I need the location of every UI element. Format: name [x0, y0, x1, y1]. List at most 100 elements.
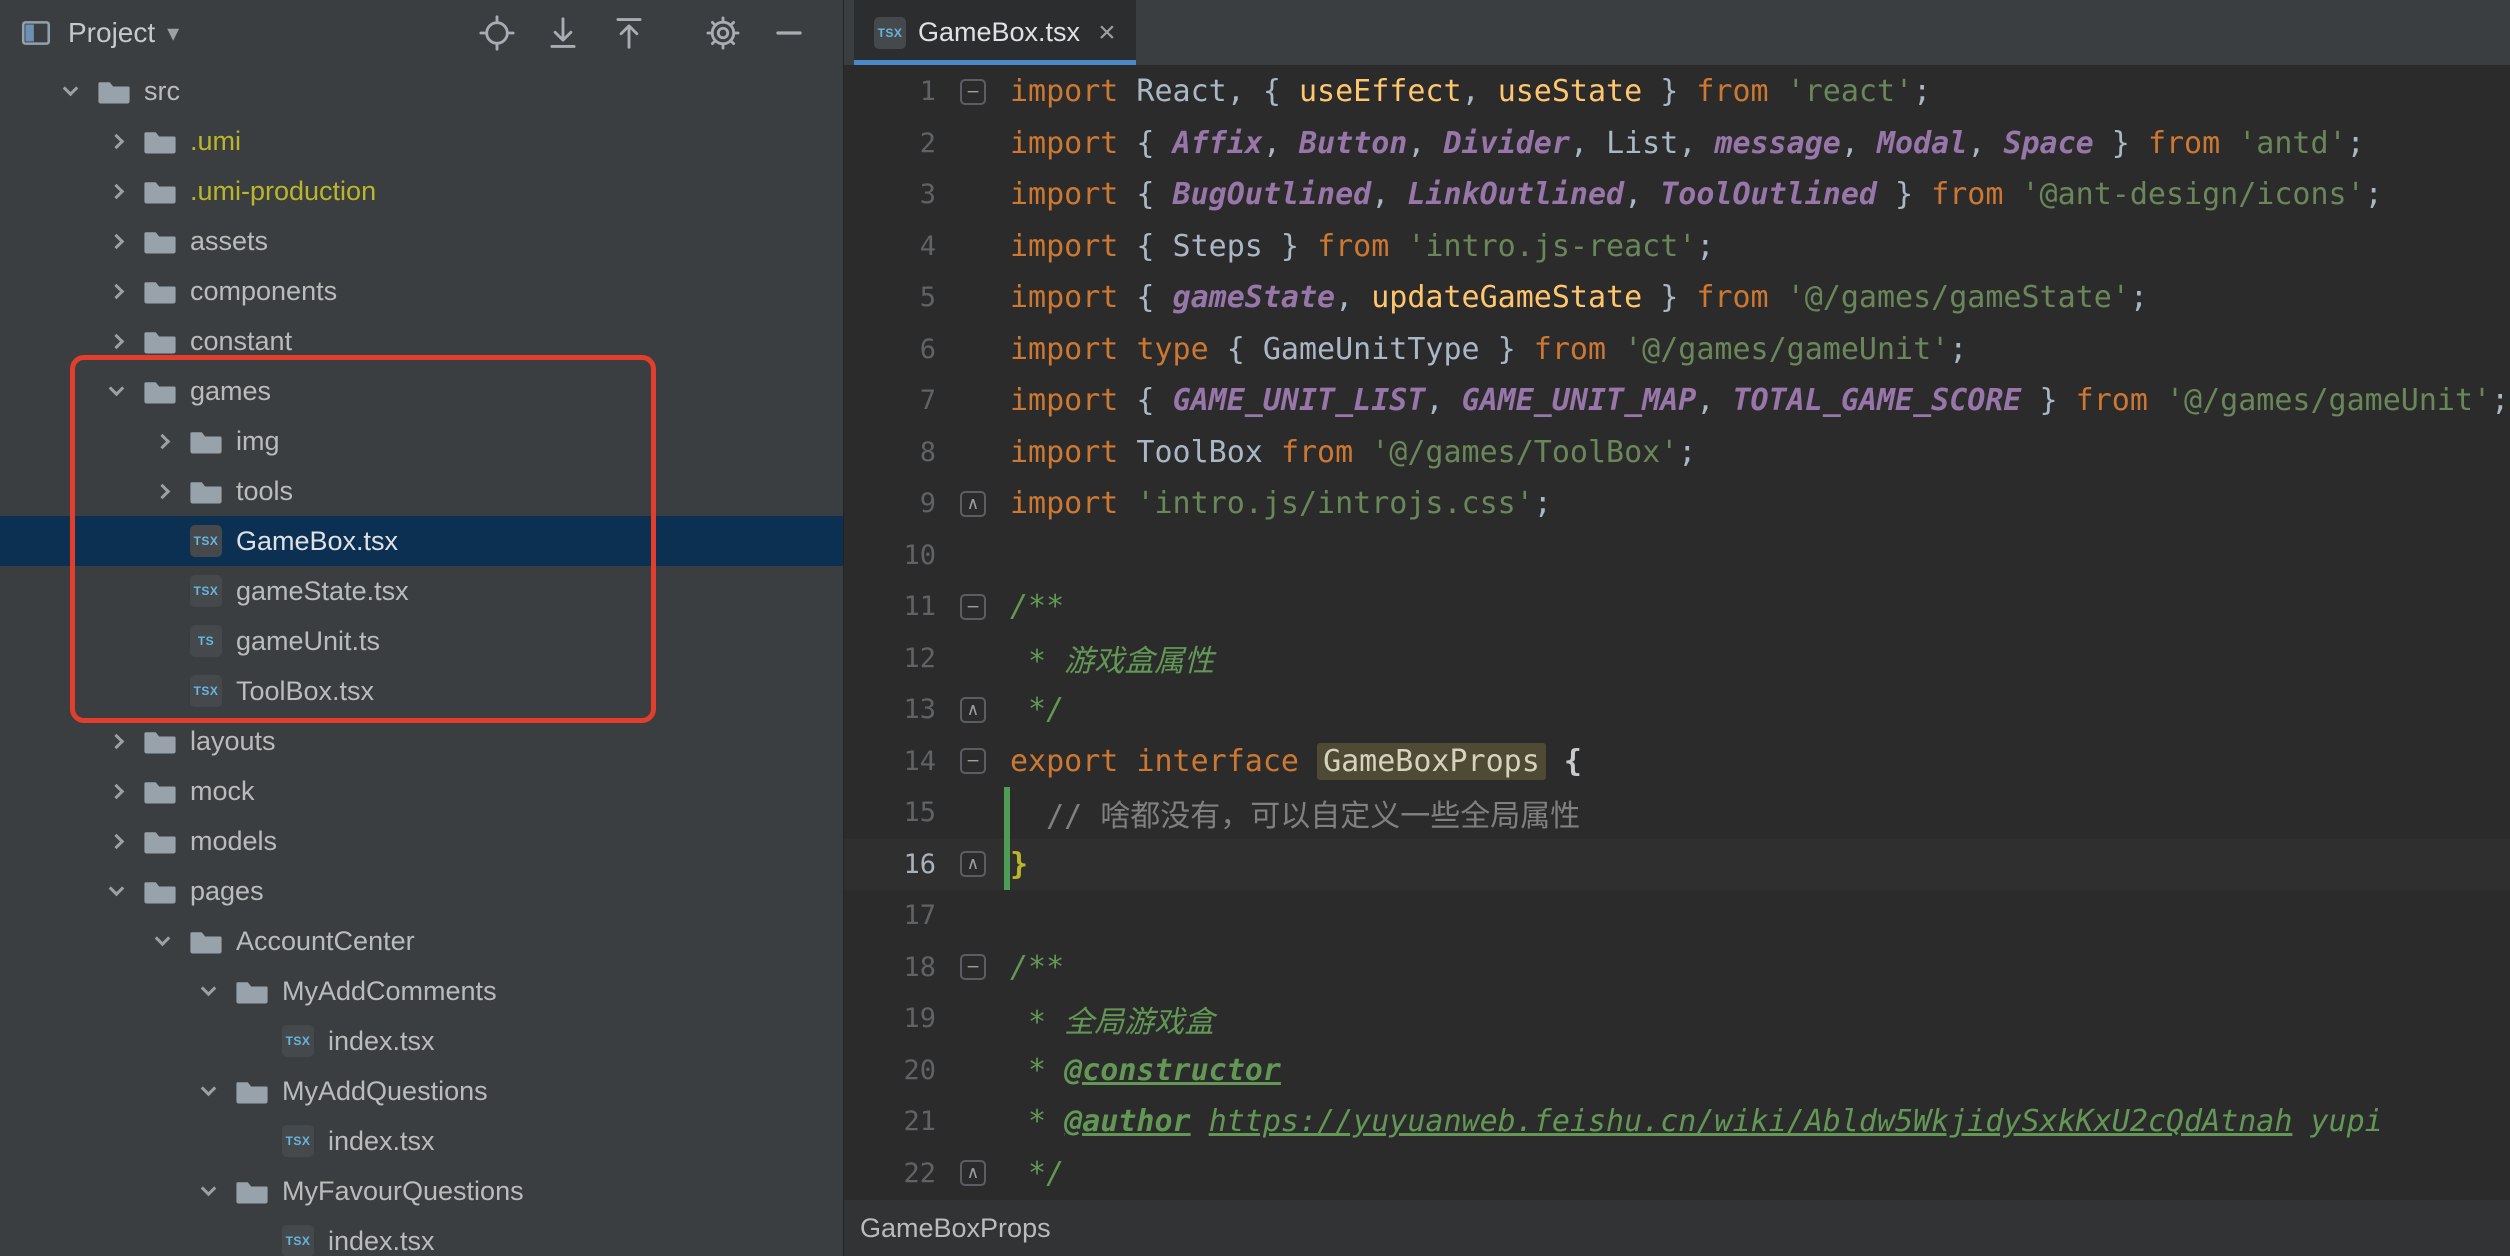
code-line[interactable]: 6 import type { GameUnitType } from '@/ga…	[844, 324, 2510, 376]
tree-folder-myaddcomments[interactable]: MyAddComments	[0, 966, 843, 1016]
chevron-down-icon[interactable]	[190, 1073, 226, 1109]
line-number: 6	[919, 333, 936, 365]
code-line[interactable]: 22 ∧ */	[844, 1148, 2510, 1200]
tree-folder-img[interactable]: img	[0, 416, 843, 466]
tree-file-toolbox-tsx[interactable]: TSX ToolBox.tsx	[0, 666, 843, 716]
chevron-down-icon[interactable]	[52, 73, 88, 109]
code-line[interactable]: 10	[844, 530, 2510, 582]
fold-start-icon[interactable]: −	[960, 593, 986, 620]
tree-folder-myaddquestions[interactable]: MyAddQuestions	[0, 1066, 843, 1116]
tree-folder-mock[interactable]: mock	[0, 766, 843, 816]
close-icon[interactable]: ×	[1098, 17, 1116, 48]
chevron-right-icon[interactable]	[98, 323, 134, 359]
fold-column: ∧	[936, 1160, 1010, 1187]
tree-folder-components[interactable]: components	[0, 266, 843, 316]
tree-folder-models[interactable]: models	[0, 816, 843, 866]
code-line[interactable]: 15 // 啥都没有，可以自定义一些全局属性	[844, 787, 2510, 839]
code-editor[interactable]: 1− import React, { useEffect, useState } …	[844, 66, 2510, 1199]
chevron-right-icon[interactable]	[98, 123, 134, 159]
line-number: 16	[903, 848, 936, 880]
chevron-right-icon[interactable]	[98, 723, 134, 759]
code-line[interactable]: 1− import React, { useEffect, useState } …	[844, 66, 2510, 118]
chevron-right-icon[interactable]	[98, 823, 134, 859]
tree-folder--umi-production[interactable]: .umi-production	[0, 166, 843, 216]
chevron-right-icon[interactable]	[144, 423, 180, 459]
fold-end-icon[interactable]: ∧	[960, 851, 986, 878]
code-line-text: /**	[1010, 949, 1065, 985]
breadcrumb-item[interactable]: GameBoxProps	[860, 1213, 1051, 1244]
tree-item-label: ToolBox.tsx	[236, 675, 375, 706]
tree-folder-tools[interactable]: tools	[0, 466, 843, 516]
tree-item-label: models	[190, 825, 278, 856]
tab-gamebox-tsx[interactable]: TSX GameBox.tsx ×	[854, 0, 1136, 65]
fold-start-icon[interactable]: −	[960, 954, 986, 981]
code-line[interactable]: 8 import ToolBox from '@/games/ToolBox';	[844, 427, 2510, 479]
tree-folder-games[interactable]: games	[0, 366, 843, 416]
code-line[interactable]: 21 * @author https://yuyuanweb.feishu.cn…	[844, 1096, 2510, 1148]
line-number: 8	[919, 436, 936, 468]
code-line-text: import { Steps } from 'intro.js-react';	[1010, 228, 1715, 264]
code-line[interactable]: 13 ∧ */	[844, 684, 2510, 736]
code-line[interactable]: 5 import { gameState, updateGameState } f…	[844, 272, 2510, 324]
folder-icon	[234, 1173, 270, 1209]
code-line[interactable]: 14− export interface GameBoxProps {	[844, 736, 2510, 788]
fold-end-icon[interactable]: ∧	[960, 696, 986, 723]
project-view-selector[interactable]: Project ▾	[16, 13, 179, 53]
expand-all-icon[interactable]	[543, 13, 583, 53]
tree-file-index-tsx[interactable]: TSX index.tsx	[0, 1116, 843, 1166]
tree-folder-layouts[interactable]: layouts	[0, 716, 843, 766]
code-line[interactable]: 7 import { GAME_UNIT_LIST, GAME_UNIT_MAP,…	[844, 375, 2510, 427]
fold-end-icon[interactable]: ∧	[960, 490, 986, 517]
chevron-down-icon[interactable]	[190, 973, 226, 1009]
hide-panel-icon[interactable]	[769, 13, 809, 53]
tree-folder-src[interactable]: src	[0, 66, 843, 116]
chevron-down-icon[interactable]	[98, 373, 134, 409]
code-line[interactable]: 9 ∧ import 'intro.js/introjs.css';	[844, 478, 2510, 530]
fold-start-icon[interactable]: −	[960, 748, 986, 775]
code-line-text: * 全局游戏盒	[1010, 1004, 1215, 1040]
chevron-right-icon[interactable]	[98, 273, 134, 309]
code-line-text: * @constructor	[1010, 1052, 1281, 1088]
breadcrumb-bar: GameBoxProps	[844, 1199, 2510, 1256]
tree-folder-accountcenter[interactable]: AccountCenter	[0, 916, 843, 966]
tree-folder-assets[interactable]: assets	[0, 216, 843, 266]
tree-file-index-tsx[interactable]: TSX index.tsx	[0, 1216, 843, 1256]
chevron-right-icon[interactable]	[144, 473, 180, 509]
fold-start-icon[interactable]: −	[960, 78, 986, 105]
tree-folder-constant[interactable]: constant	[0, 316, 843, 366]
tree-item-label: MyAddComments	[282, 975, 497, 1006]
chevron-down-icon[interactable]	[190, 1173, 226, 1209]
tree-folder--umi[interactable]: .umi	[0, 116, 843, 166]
fold-end-icon[interactable]: ∧	[960, 1160, 986, 1187]
tree-file-gamestate-tsx[interactable]: TSX gameState.tsx	[0, 566, 843, 616]
code-line[interactable]: 2 import { Affix, Button, Divider, List, …	[844, 118, 2510, 170]
code-line[interactable]: 18−/**	[844, 942, 2510, 994]
chevron-right-icon[interactable]	[98, 773, 134, 809]
tree-file-index-tsx[interactable]: TSX index.tsx	[0, 1016, 843, 1066]
line-number: 15	[903, 797, 936, 829]
tree-item-label: gameUnit.ts	[236, 625, 381, 656]
chevron-down-icon[interactable]	[144, 923, 180, 959]
chevron-right-icon[interactable]	[98, 173, 134, 209]
code-line[interactable]: 19 * 全局游戏盒	[844, 993, 2510, 1045]
tree-item-label: index.tsx	[328, 1125, 435, 1156]
code-line[interactable]: 20 * @constructor	[844, 1045, 2510, 1097]
code-line[interactable]: 17	[844, 890, 2510, 942]
tree-file-gamebox-tsx[interactable]: TSX GameBox.tsx	[0, 516, 843, 566]
settings-gear-icon[interactable]	[703, 13, 743, 53]
line-number: 20	[903, 1054, 936, 1086]
tree-file-gameunit-ts[interactable]: TS gameUnit.ts	[0, 616, 843, 666]
chevron-down-icon[interactable]	[98, 873, 134, 909]
chevron-right-icon[interactable]	[98, 223, 134, 259]
collapse-all-icon[interactable]	[609, 13, 649, 53]
tree-folder-myfavourquestions[interactable]: MyFavourQuestions	[0, 1166, 843, 1216]
code-line[interactable]: 16 ∧}	[844, 839, 2510, 891]
code-line-text: * @author https://yuyuanweb.feishu.cn/wi…	[1010, 1104, 2383, 1140]
code-line[interactable]: 3 import { BugOutlined, LinkOutlined, Too…	[844, 169, 2510, 221]
code-line[interactable]: 11−/**	[844, 581, 2510, 633]
code-line[interactable]: 12 * 游戏盒属性	[844, 633, 2510, 685]
locate-icon[interactable]	[477, 13, 517, 53]
code-line[interactable]: 4 import { Steps } from 'intro.js-react';	[844, 221, 2510, 273]
tree-folder-pages[interactable]: pages	[0, 866, 843, 916]
tree-item-label: layouts	[190, 725, 276, 756]
